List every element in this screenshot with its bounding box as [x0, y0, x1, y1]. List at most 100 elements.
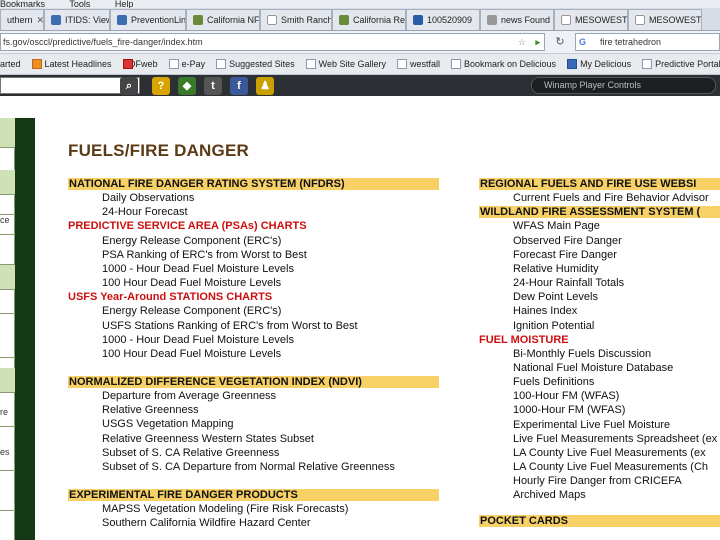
tab[interactable]: MESOWEST	[554, 9, 628, 30]
link-item[interactable]: Current Fuels and Fire Behavior Advisor	[513, 192, 709, 204]
left-nav-item[interactable]	[0, 235, 15, 265]
link-item[interactable]: Energy Release Component (ERC's)	[102, 305, 281, 317]
bookmark-item[interactable]: CDFweb	[122, 59, 158, 69]
bookmark-item[interactable]: Web Site Gallery	[305, 59, 386, 69]
tab[interactable]: California NF	[186, 9, 260, 30]
left-nav-item[interactable]	[0, 170, 15, 195]
link-item[interactable]: LA County Live Fuel Measurements (ex	[513, 447, 706, 459]
android-icon[interactable]: ◆	[178, 76, 196, 95]
left-nav-item[interactable]	[0, 195, 15, 215]
bookmark-item[interactable]: e-Pay	[168, 59, 205, 69]
favicon-icon	[193, 15, 203, 25]
menu-help[interactable]: Help	[115, 0, 134, 8]
section-header: WILDLAND FIRE ASSESSMENT SYSTEM (	[479, 206, 720, 219]
left-nav-item[interactable]	[0, 314, 15, 358]
link-item[interactable]: Ignition Potential	[513, 320, 594, 332]
help-icon[interactable]: ?	[152, 76, 170, 95]
link-item[interactable]: Departure from Average Greenness	[102, 390, 276, 402]
link-item[interactable]: LA County Live Fuel Measurements (Ch	[513, 461, 708, 473]
refresh-icon[interactable]: ↻	[553, 35, 567, 49]
section-link[interactable]: USFS Year-Around STATIONS CHARTS	[68, 291, 272, 303]
link-item[interactable]: 1000 - Hour Dead Fuel Moisture Levels	[102, 263, 294, 275]
section-link[interactable]: FUEL MOISTURE	[479, 334, 569, 346]
bookmark-item[interactable]: arted	[0, 59, 21, 69]
left-nav-item[interactable]	[0, 368, 15, 393]
link-item[interactable]: Dew Point Levels	[513, 291, 598, 303]
link-item[interactable]: Subset of S. CA Departure from Normal Re…	[102, 461, 395, 473]
twitter-icon[interactable]: t	[204, 76, 222, 95]
link-item[interactable]: Haines Index	[513, 305, 577, 317]
tab[interactable]: ITIDS: View	[44, 9, 110, 30]
tab[interactable]: uthern ✕	[0, 9, 44, 30]
page-icon	[305, 59, 316, 69]
bookmark-label: Latest Headlines	[44, 59, 112, 69]
link-item[interactable]: Bi-Monthly Fuels Discussion	[513, 348, 651, 360]
person-icon[interactable]: ♟	[256, 76, 274, 95]
link-item[interactable]: Fuels Definitions	[513, 376, 594, 388]
link-item[interactable]: PSA Ranking of ERC's from Worst to Best	[102, 249, 307, 261]
bookmark-item[interactable]: Predictive Portal	[642, 59, 720, 69]
link-item[interactable]: 100 Hour Dead Fuel Moisture Levels	[102, 277, 281, 289]
winamp-controls[interactable]: Winamp Player Controls	[531, 77, 716, 94]
link-item[interactable]: USGS Vegetation Mapping	[102, 418, 233, 430]
toolbar-search-input[interactable]	[0, 77, 140, 94]
link-item[interactable]: Daily Observations	[102, 192, 194, 204]
bookmark-item[interactable]: westfall	[397, 59, 440, 69]
link-item[interactable]: MAPSS Vegetation Modeling (Fire Risk For…	[102, 503, 348, 515]
close-icon[interactable]: ✕	[37, 15, 43, 26]
facebook-icon[interactable]: f	[230, 76, 248, 95]
rss-icon	[31, 59, 42, 69]
tab[interactable]: Smith Ranch	[260, 9, 332, 30]
tab[interactable]: MESOWEST	[628, 9, 702, 30]
link-item[interactable]: USFS Stations Ranking of ERC's from Wors…	[102, 320, 358, 332]
link-item[interactable]: Hourly Fire Danger from CRICEFA	[513, 475, 682, 487]
link-item[interactable]: Relative Greenness	[102, 404, 199, 416]
go-icon[interactable]: ▸	[535, 34, 540, 50]
left-nav-item[interactable]	[0, 118, 15, 148]
left-nav-item[interactable]: re	[0, 393, 15, 427]
link-item[interactable]: 24-Hour Rainfall Totals	[513, 277, 624, 289]
link-item[interactable]: Subset of S. CA Relative Greenness	[102, 447, 279, 459]
bookmark-item[interactable]: Bookmark on Delicious	[451, 59, 556, 69]
link-item[interactable]: 100-Hour FM (WFAS)	[513, 390, 619, 402]
bookmark-item[interactable]: My Delicious	[567, 59, 631, 69]
section-link[interactable]: PREDICTIVE SERVICE AREA (PSAs) CHARTS	[68, 220, 307, 232]
address-bar[interactable]: fs.gov/osccl/predictive/fuels_fire-dange…	[0, 33, 545, 51]
left-nav-item[interactable]	[0, 471, 15, 511]
left-nav-item[interactable]	[0, 265, 15, 290]
link-item[interactable]: 100 Hour Dead Fuel Moisture Levels	[102, 348, 281, 360]
link-item[interactable]: 1000 - Hour Dead Fuel Moisture Levels	[102, 334, 294, 346]
link-item[interactable]: Southern California Wildfire Hazard Cent…	[102, 517, 310, 529]
link-item[interactable]: Observed Fire Danger	[513, 235, 622, 247]
search-icon[interactable]: ⌕	[120, 76, 138, 95]
bookmark-item[interactable]: Latest Headlines	[31, 59, 112, 69]
left-nav-label: ce	[0, 215, 10, 225]
link-item[interactable]: Relative Greenness Western States Subset	[102, 433, 314, 445]
tab-label: PreventionLink	[131, 15, 186, 25]
nav-bar: fs.gov/osccl/predictive/fuels_fire-dange…	[0, 31, 720, 54]
link-item[interactable]: Energy Release Component (ERC's)	[102, 235, 281, 247]
left-nav-item[interactable]: ce	[0, 215, 15, 235]
link-item[interactable]: 1000-Hour FM (WFAS)	[513, 404, 625, 416]
bookmark-item[interactable]: Suggested Sites	[216, 59, 295, 69]
left-nav-item[interactable]: es	[0, 427, 15, 471]
link-item[interactable]: Archived Maps	[513, 489, 586, 501]
tab[interactable]: California Re	[332, 9, 406, 30]
link-item[interactable]: National Fuel Moisture Database	[513, 362, 673, 374]
menu-bookmarks[interactable]: Bookmarks	[0, 0, 45, 8]
star-icon[interactable]: ☆	[518, 34, 526, 50]
bookmark-label: westfall	[410, 59, 441, 69]
left-nav-item[interactable]	[0, 290, 15, 314]
tab[interactable]: news Found	[480, 9, 554, 30]
link-item[interactable]: 24-Hour Forecast	[102, 206, 188, 218]
menu-tools[interactable]: Tools	[69, 0, 90, 8]
favicon-icon	[487, 15, 497, 25]
link-item[interactable]: Relative Humidity	[513, 263, 599, 275]
link-item[interactable]: Forecast Fire Danger	[513, 249, 617, 261]
tab[interactable]: PreventionLink	[110, 9, 186, 30]
link-item[interactable]: Experimental Live Fuel Moisture	[513, 419, 670, 431]
link-item[interactable]: WFAS Main Page	[513, 220, 600, 232]
tab[interactable]: 100520909	[406, 9, 480, 30]
link-item[interactable]: Live Fuel Measurements Spreadsheet (ex	[513, 433, 717, 445]
search-input[interactable]: G fire tetrahedron	[575, 33, 720, 51]
